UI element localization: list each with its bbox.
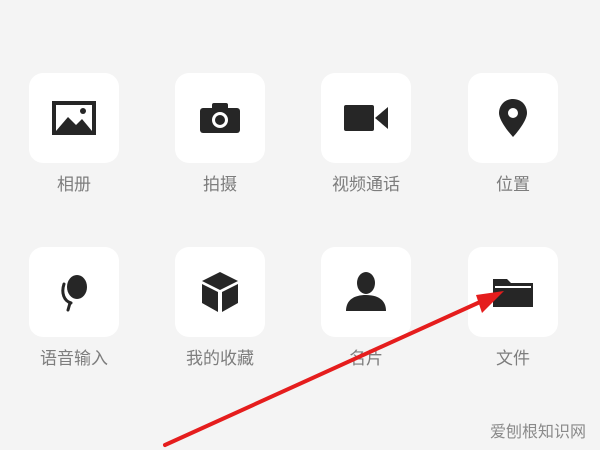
voice-input-tile[interactable] [29,247,119,337]
menu-item-voice-input[interactable]: 语音输入 [29,247,119,369]
video-camera-icon [344,105,388,131]
video-call-tile[interactable] [321,73,411,163]
menu-item-label: 我的收藏 [186,349,254,369]
menu-item-file[interactable]: 文件 [468,247,558,369]
menu-item-favorites[interactable]: 我的收藏 [175,247,265,369]
menu-item-label: 文件 [496,349,530,369]
menu-item-label: 语音输入 [40,349,108,369]
microphone-icon [61,275,87,312]
menu-item-video-call[interactable]: 视频通话 [321,73,411,195]
menu-item-label: 名片 [349,349,383,369]
menu-item-shoot[interactable]: 拍摄 [175,73,265,195]
shoot-tile[interactable] [175,73,265,163]
menu-item-label: 位置 [496,175,530,195]
menu-item-location[interactable]: 位置 [468,73,558,195]
contact-card-tile[interactable] [321,247,411,337]
menu-item-label: 视频通话 [332,175,400,195]
menu-item-label: 相册 [57,175,91,195]
location-pin-icon [499,99,527,137]
file-tile[interactable] [468,247,558,337]
menu-item-contact-card[interactable]: 名片 [321,247,411,369]
menu-item-label: 拍摄 [203,175,237,195]
image-icon [52,101,96,135]
attachment-menu-panel: 相册 拍摄 视频通话 位置 语音输入 我的收藏 名片 文件 [0,0,600,450]
location-tile[interactable] [468,73,558,163]
cube-icon [202,272,238,312]
favorites-tile[interactable] [175,247,265,337]
contact-card-icon [346,272,386,311]
menu-item-album[interactable]: 相册 [29,73,119,195]
album-tile[interactable] [29,73,119,163]
watermark-text: 爱刨根知识网 [489,422,586,441]
folder-icon [493,279,533,307]
camera-icon [200,103,240,133]
